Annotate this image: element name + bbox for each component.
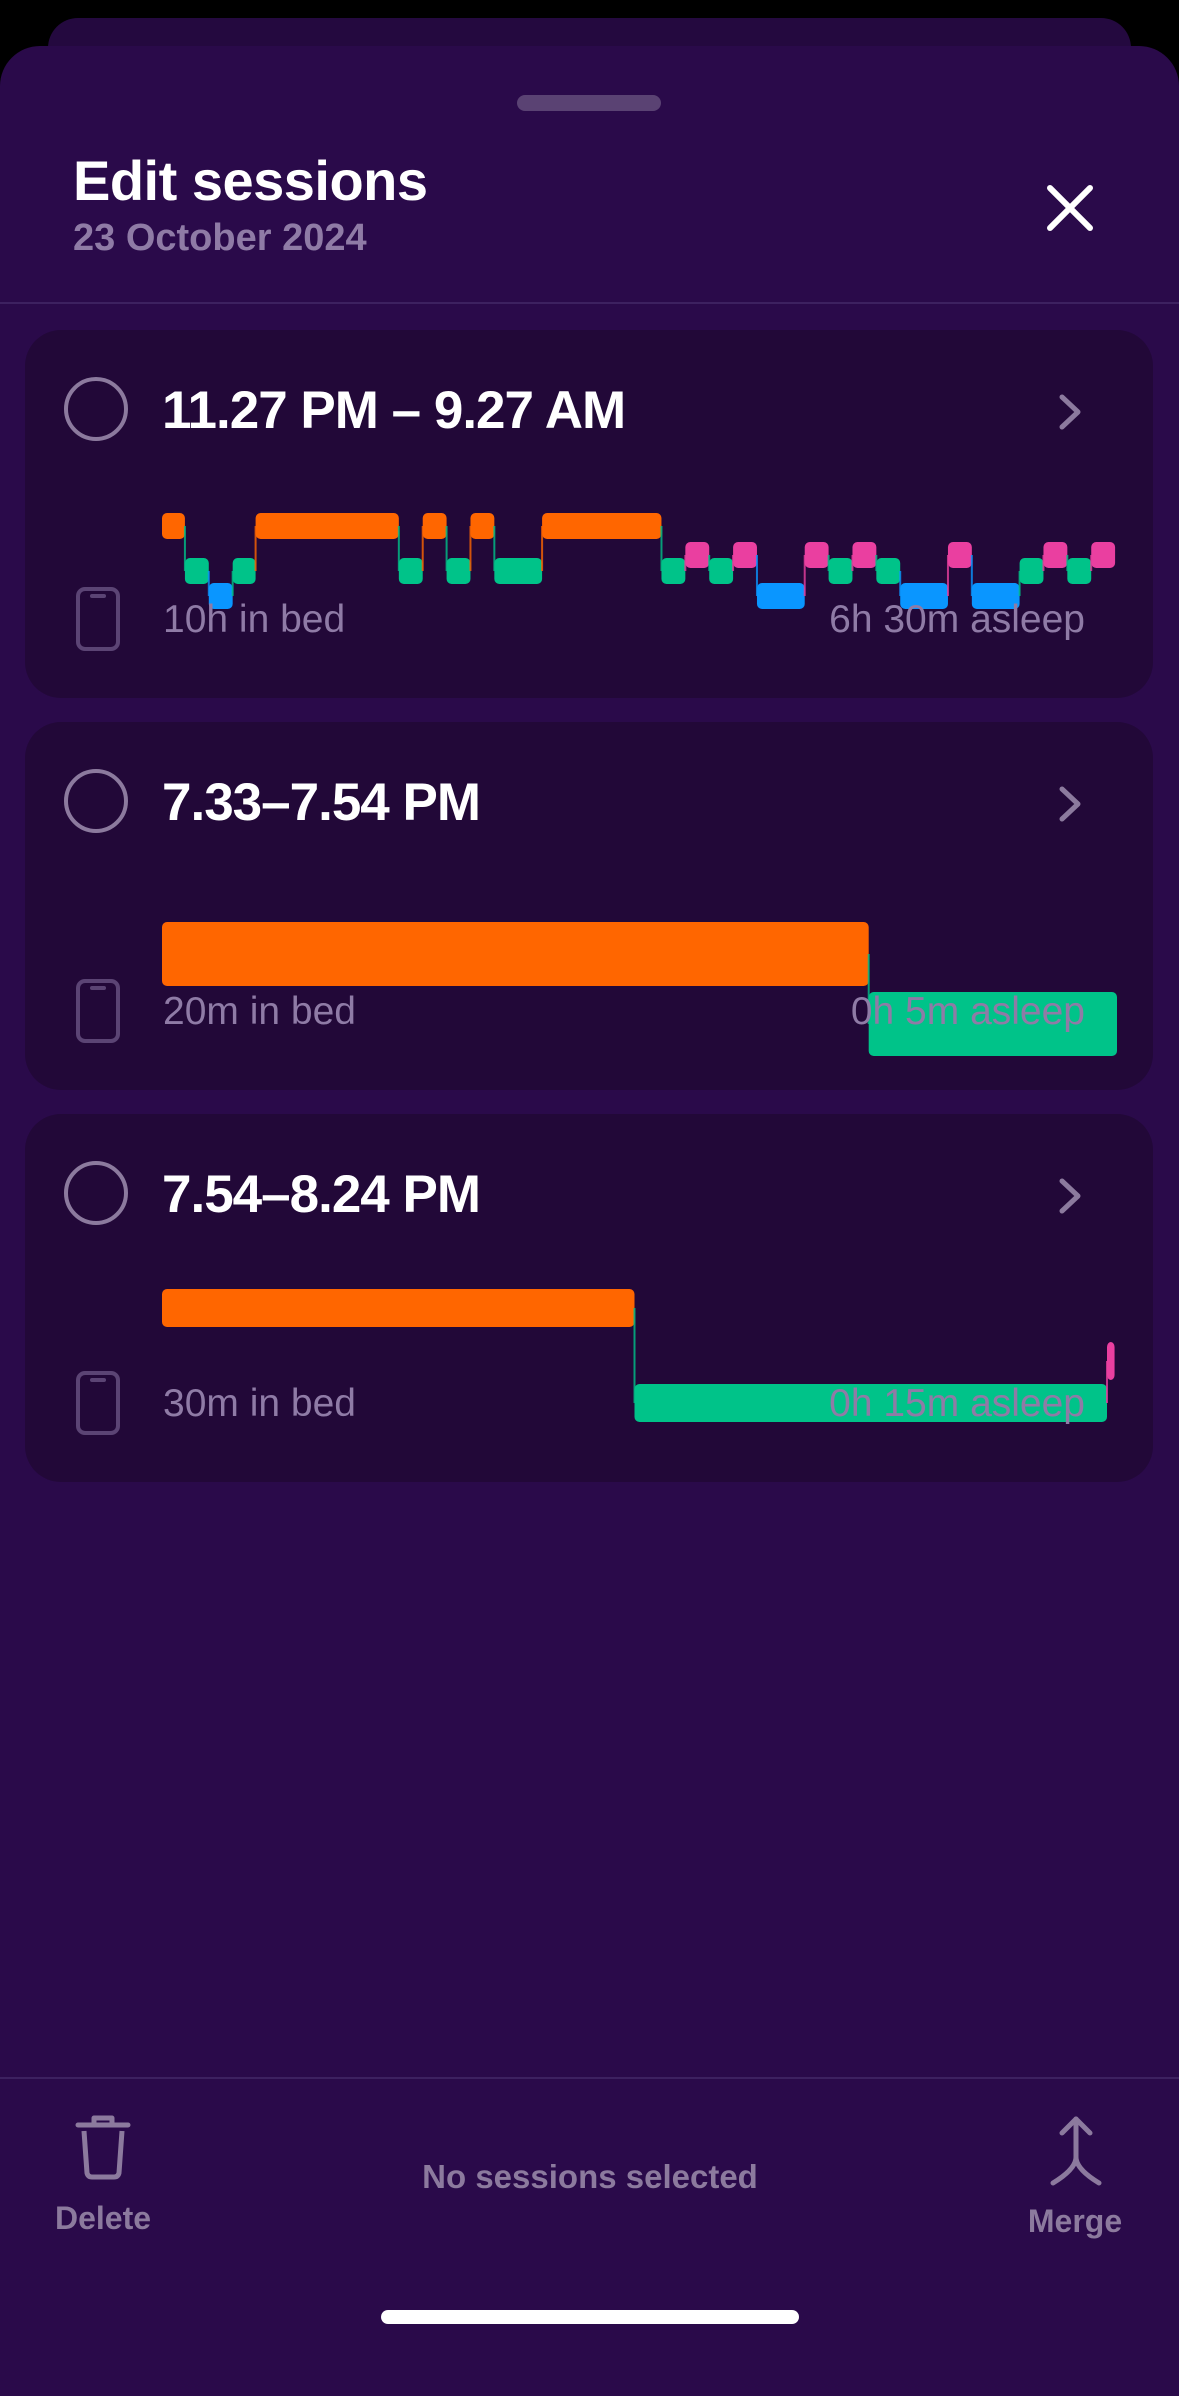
hypnogram-segment-light: [876, 558, 901, 584]
hypnogram-segment-awake: [470, 513, 495, 539]
toolbar-divider: [0, 2077, 1179, 2079]
merge-icon[interactable]: [1043, 2113, 1109, 2191]
home-indicator: [381, 2310, 799, 2324]
hypnogram-segment-rem: [1091, 542, 1116, 568]
hypnogram-segment-rem: [1043, 542, 1068, 568]
sleep-hypnogram: [162, 922, 1117, 1056]
time-asleep: 0h 5m asleep: [850, 990, 1085, 1033]
phone-icon: [76, 1371, 120, 1435]
hypnogram-segment-light: [446, 558, 471, 584]
time-in-bed: 30m in bed: [163, 1382, 356, 1425]
page-title: Edit sessions: [73, 149, 428, 212]
hypnogram-segment-awake: [255, 513, 399, 539]
hypnogram-segment-deep: [756, 583, 805, 609]
hypnogram-segment-rem: [685, 542, 710, 568]
selection-status: No sessions selected: [422, 2158, 758, 2195]
hypnogram-segment-light: [828, 558, 853, 584]
time-asleep: 0h 15m asleep: [829, 1382, 1085, 1425]
hypnogram-segment-light: [398, 558, 423, 584]
edit-sessions-sheet: Edit sessions 23 October 2024 11.27 PM –…: [0, 46, 1179, 2396]
time-asleep: 6h 30m asleep: [829, 598, 1085, 641]
close-icon[interactable]: [1035, 173, 1105, 243]
trash-icon[interactable]: [72, 2111, 134, 2181]
phone-icon: [76, 587, 120, 651]
sleep-hypnogram: [162, 513, 1116, 609]
hypnogram-segment-rem: [804, 542, 829, 568]
hypnogram-segment-light: [184, 558, 209, 584]
hypnogram-segment-light: [232, 558, 256, 584]
hypnogram-segment-awake: [162, 513, 185, 539]
session-card[interactable]: 7.54–8.24 PM 30m in bed 0h 15m asleep: [25, 1114, 1153, 1482]
hypnogram-segment-awake: [542, 513, 662, 539]
hypnogram-segment-light: [709, 558, 734, 584]
sheet-grabber[interactable]: [517, 95, 661, 111]
page-date: 23 October 2024: [73, 217, 367, 259]
session-card[interactable]: 11.27 PM – 9.27 AM 10h in bed 6h 30m asl…: [25, 330, 1153, 698]
hypnogram-segment-awake: [162, 922, 869, 986]
hypnogram-segment-awake: [162, 1289, 635, 1327]
hypnogram-segment-rem: [947, 542, 972, 568]
time-in-bed: 10h in bed: [163, 598, 346, 641]
hypnogram-segment-light: [494, 558, 543, 584]
header-divider: [0, 302, 1179, 304]
hypnogram-segment-rem: [852, 542, 877, 568]
phone-icon: [76, 979, 120, 1043]
hypnogram-segment-rem: [1107, 1342, 1115, 1380]
merge-button-label[interactable]: Merge: [975, 2203, 1175, 2240]
hypnogram-segment-light: [1067, 558, 1092, 584]
hypnogram-segment-awake: [422, 513, 447, 539]
hypnogram-segment-light: [1019, 558, 1044, 584]
hypnogram-segment-rem: [733, 542, 757, 568]
sleep-hypnogram: [162, 1289, 1115, 1422]
session-card[interactable]: 7.33–7.54 PM 20m in bed 0h 5m asleep: [25, 722, 1153, 1090]
delete-button-label[interactable]: Delete: [0, 2200, 206, 2237]
time-in-bed: 20m in bed: [163, 990, 356, 1033]
hypnogram-segment-light: [661, 558, 686, 584]
